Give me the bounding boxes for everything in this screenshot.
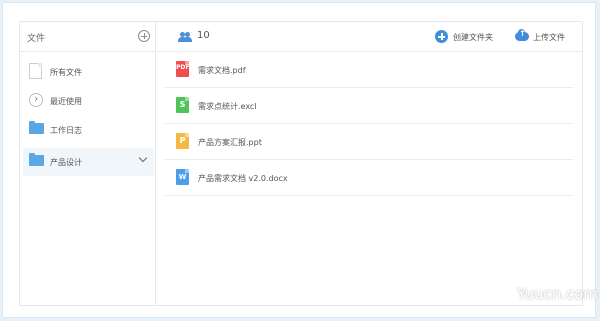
- chevron-down-icon[interactable]: [138, 153, 148, 163]
- watermark: Yuucn.com: [517, 285, 599, 303]
- sidebar-item-product-design[interactable]: 产品设计: [23, 148, 154, 176]
- ppt-file-icon: P: [176, 133, 189, 149]
- file-row[interactable]: PDF 需求文档.pdf: [165, 52, 573, 88]
- file-manager-panel: 文件 所有文件 最近使用 工作日志 产品设计: [19, 21, 583, 306]
- main-content: 10 创建文件夹 上传文件 PDF 需求文档.pdf: [157, 22, 582, 305]
- sidebar-item-label: 工作日志: [50, 126, 82, 135]
- file-name: 需求文档.pdf: [198, 66, 246, 75]
- toolbar: 10 创建文件夹 上传文件: [157, 22, 582, 52]
- member-count: 10: [197, 30, 210, 41]
- file-name: 产品需求文档 v2.0.docx: [198, 174, 288, 183]
- sidebar-item-label: 所有文件: [50, 68, 82, 77]
- word-file-icon: W: [176, 169, 189, 185]
- file-name: 产品方案汇报.ppt: [198, 138, 262, 147]
- folder-icon: [29, 153, 44, 166]
- outer-frame: 文件 所有文件 最近使用 工作日志 产品设计: [0, 0, 600, 321]
- sidebar-title: 文件: [27, 34, 46, 44]
- excel-file-icon: S: [176, 97, 189, 113]
- file-name: 需求点统计.excl: [198, 102, 257, 111]
- file-row[interactable]: S 需求点统计.excl: [165, 88, 573, 124]
- app-window: 文件 所有文件 最近使用 工作日志 产品设计: [2, 2, 596, 318]
- file-row[interactable]: P 产品方案汇报.ppt: [165, 124, 573, 160]
- document-icon: [29, 63, 42, 79]
- sidebar-item-work-log[interactable]: 工作日志: [23, 116, 154, 144]
- sidebar-item-label: 最近使用: [50, 97, 82, 106]
- upload-label: 上传文件: [533, 33, 565, 42]
- cloud-upload-icon: [515, 29, 529, 41]
- add-icon[interactable]: [138, 30, 150, 42]
- file-row[interactable]: W 产品需求文档 v2.0.docx: [165, 160, 573, 196]
- sidebar-item-label: 产品设计: [50, 158, 82, 167]
- recent-icon: [29, 92, 43, 107]
- create-folder-label: 创建文件夹: [453, 33, 493, 42]
- plus-circle-icon: [435, 30, 448, 43]
- sidebar: 文件 所有文件 最近使用 工作日志 产品设计: [20, 22, 156, 305]
- sidebar-item-recent[interactable]: 最近使用: [23, 87, 154, 115]
- folder-icon: [29, 121, 44, 134]
- pdf-file-icon: PDF: [176, 61, 189, 77]
- members-icon[interactable]: [177, 32, 192, 42]
- sidebar-header: 文件: [20, 22, 155, 52]
- sidebar-item-all-files[interactable]: 所有文件: [23, 58, 154, 86]
